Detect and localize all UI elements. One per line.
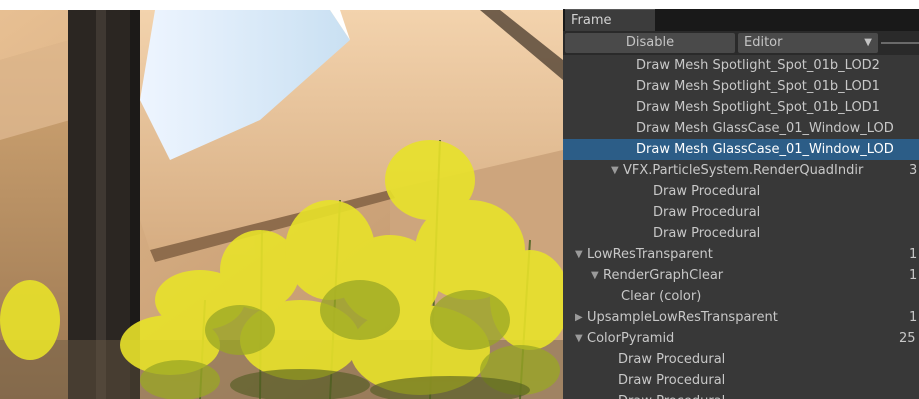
tree-row-count: 1 [909, 268, 918, 283]
chevron-down-icon: ▼ [864, 37, 872, 48]
tree-row-label: Draw Mesh Spotlight_Spot_01b_LOD1 [636, 79, 880, 94]
frame-debug-panel: Frame Debug Disable Editor ▼ Draw Mesh S… [563, 9, 919, 399]
tree-row-count: 1 [909, 247, 918, 262]
tree-row-label: Clear (color) [621, 289, 702, 304]
tree-row[interactable]: Draw Mesh GlassCase_01_Window_LOD [563, 139, 919, 160]
tree-row-label: LowResTransparent [587, 247, 713, 262]
tree-row-label: RenderGraphClear [603, 268, 724, 283]
screen: { "panel": { "tab_title": "Frame Debug",… [0, 0, 919, 399]
tree-row[interactable]: ▶ UpsampleLowResTransparent 1 [563, 307, 919, 328]
tree-row[interactable]: Draw Mesh Spotlight_Spot_01b_LOD1 [563, 76, 919, 97]
tree-row-label: Draw Procedural [653, 184, 761, 199]
tree-row-count: 1 [909, 310, 918, 325]
tree-row-count: 3 [909, 163, 918, 178]
tree-row[interactable]: ▼ LowResTransparent 1 [563, 244, 919, 265]
tree-row-label: Draw Mesh Spotlight_Spot_01b_LOD1 [636, 100, 880, 115]
tree-row[interactable]: ▼ VFX.ParticleSystem.RenderQuadIndir 3 [563, 160, 919, 181]
tree-row[interactable]: Draw Procedural [563, 349, 919, 370]
tree-row-label: Draw Mesh GlassCase_01_Window_LOD [636, 121, 894, 136]
tree-row-label: Draw Procedural [618, 373, 726, 388]
target-select-value: Editor [744, 35, 783, 50]
tree-row-label: Draw Procedural [618, 391, 725, 399]
tree-row[interactable]: Draw Procedural [563, 181, 919, 202]
tree-row[interactable]: Draw Procedural [563, 370, 919, 391]
tree-row[interactable]: Draw Mesh Spotlight_Spot_01b_LOD2 [563, 55, 919, 76]
triangle-down-icon[interactable]: ▼ [611, 160, 619, 181]
tree-row-label: Draw Procedural [653, 226, 761, 241]
tree-row[interactable]: Draw Procedural [563, 391, 919, 399]
tree-row[interactable]: Clear (color) [563, 286, 919, 307]
tree-row-label: UpsampleLowResTransparent [587, 310, 778, 325]
toolbar: Disable Editor ▼ [563, 31, 919, 55]
scene-viewport [0, 0, 563, 399]
tree-row-label: Draw Procedural [618, 352, 726, 367]
tab-bar: Frame Debug [563, 9, 919, 50]
triangle-down-icon[interactable]: ▼ [591, 265, 599, 286]
tree-row-label: VFX.ParticleSystem.RenderQuadIndir [623, 163, 864, 178]
triangle-right-icon[interactable]: ▶ [575, 307, 583, 328]
tree-row-label: ColorPyramid [587, 331, 675, 346]
tree-row[interactable]: ▼ ColorPyramid 25 [563, 328, 919, 349]
tree-row-label: Draw Procedural [653, 205, 761, 220]
tree-row[interactable]: ▼ RenderGraphClear 1 [563, 265, 919, 286]
tree-row[interactable]: Draw Procedural [563, 202, 919, 223]
tab-frame-debug[interactable]: Frame Debug [565, 9, 655, 50]
target-select[interactable]: Editor ▼ [738, 33, 878, 53]
triangle-down-icon[interactable]: ▼ [575, 328, 583, 349]
triangle-down-icon[interactable]: ▼ [575, 244, 583, 265]
tree-row-label: Draw Mesh Spotlight_Spot_01b_LOD2 [636, 58, 880, 73]
tree-row-count: 25 [899, 331, 916, 346]
tree-row[interactable]: Draw Mesh GlassCase_01_Window_LOD [563, 118, 919, 139]
tree-row[interactable]: Draw Mesh Spotlight_Spot_01b_LOD1 [563, 97, 919, 118]
disable-button[interactable]: Disable [565, 33, 735, 53]
scene-render-image [0, 0, 563, 399]
event-tree: Draw Mesh Spotlight_Spot_01b_LOD2 Draw Me… [563, 55, 919, 399]
tree-row[interactable]: Draw Procedural [563, 223, 919, 244]
tree-row-label: Draw Mesh GlassCase_01_Window_LOD [636, 142, 894, 157]
event-slider[interactable] [881, 42, 919, 44]
